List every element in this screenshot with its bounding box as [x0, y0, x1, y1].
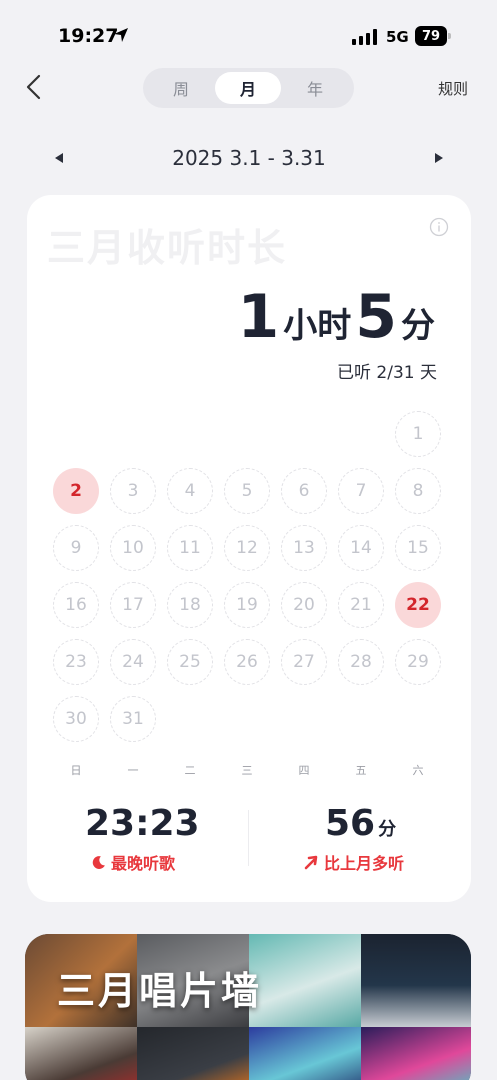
listening-summary-card: 三月收听时长 1 小时 5 分 已听 2/31 天 1 2 3 4 5 6 7 8 9 10 11 1… [27, 195, 471, 902]
calendar-day[interactable]: 4 [167, 468, 213, 514]
album-cover[interactable] [25, 1027, 137, 1080]
calendar-day[interactable]: 30 [53, 696, 99, 742]
calendar-day[interactable]: 11 [167, 525, 213, 571]
rules-link[interactable]: 规则 [438, 78, 468, 99]
listened-days: 已听 2/31 天 [337, 363, 437, 383]
album-cover[interactable] [249, 1027, 361, 1080]
total-duration: 1 小时 5 分 [238, 287, 440, 347]
calendar-day[interactable]: 27 [281, 639, 327, 685]
stats-divider [248, 810, 249, 866]
album-cover[interactable] [361, 934, 471, 1027]
weekday-label: 二 [184, 764, 196, 777]
duration-minutes: 5 [355, 282, 397, 352]
calendar-day[interactable]: 14 [338, 525, 384, 571]
status-time: 19:27 [58, 25, 119, 47]
album-cover[interactable] [249, 934, 361, 1027]
duration-minutes-unit: 分 [401, 306, 435, 346]
compare-minutes: 56 分 [325, 803, 396, 844]
weekday-label: 日 [70, 764, 82, 777]
calendar-day[interactable]: 29 [395, 639, 441, 685]
calendar-day[interactable]: 19 [224, 582, 270, 628]
calendar-day[interactable]: 15 [395, 525, 441, 571]
record-wall-card[interactable]: 三月唱片墙 [25, 934, 471, 1080]
back-chevron-icon [26, 74, 41, 100]
calendar-day[interactable]: 17 [110, 582, 156, 628]
info-icon[interactable] [429, 217, 449, 241]
latest-listen-value: 23:23 [85, 803, 200, 844]
calendar-day[interactable]: 1 [395, 411, 441, 457]
date-range: 2025 3.1 - 3.31 [172, 146, 326, 170]
calendar-day[interactable]: 9 [53, 525, 99, 571]
latest-listen-time: 23:23 [85, 803, 200, 844]
next-month-button[interactable] [432, 150, 446, 169]
calendar-day[interactable]: 25 [167, 639, 213, 685]
calendar-day[interactable]: 18 [167, 582, 213, 628]
compare-label: 比上月多听 [324, 854, 405, 873]
calendar-day[interactable]: 2 [53, 468, 99, 514]
back-button[interactable] [20, 72, 50, 102]
calendar-day[interactable]: 22 [395, 582, 441, 628]
location-arrow-icon [113, 27, 129, 47]
album-cover[interactable] [361, 1027, 471, 1080]
latest-listen-label-row: 最晚听歌 [91, 850, 175, 874]
calendar-day[interactable]: 6 [281, 468, 327, 514]
duration-hours-unit: 小时 [283, 306, 352, 346]
prev-triangle-icon [55, 153, 63, 163]
calendar-day[interactable]: 7 [338, 468, 384, 514]
album-cover[interactable] [137, 1027, 249, 1080]
arrow-up-right-icon [304, 855, 318, 870]
period-tabs: 周 月 年 [143, 68, 354, 108]
weekday-label: 四 [298, 764, 310, 777]
compare-value: 56 [325, 803, 376, 844]
tab-week[interactable]: 周 [148, 72, 214, 104]
calendar-day[interactable]: 10 [110, 525, 156, 571]
network-label: 5G [386, 28, 409, 46]
tab-year[interactable]: 年 [282, 72, 348, 104]
compare-label-row: 比上月多听 [303, 850, 404, 874]
calendar-day[interactable]: 5 [224, 468, 270, 514]
calendar-day[interactable]: 23 [53, 639, 99, 685]
record-wall-title: 三月唱片墙 [57, 969, 263, 1013]
duration-hours: 1 [237, 282, 280, 352]
calendar-day[interactable]: 28 [338, 639, 384, 685]
calendar-day[interactable]: 12 [224, 525, 270, 571]
weekday-label: 五 [355, 764, 367, 777]
calendar-day[interactable]: 16 [53, 582, 99, 628]
card-title: 三月收听时长 [47, 226, 288, 270]
moon-icon [92, 855, 105, 869]
latest-listen-label: 最晚听歌 [111, 854, 176, 873]
prev-month-button[interactable] [52, 150, 66, 169]
calendar-day[interactable]: 21 [338, 582, 384, 628]
weekday-label: 三 [241, 764, 253, 777]
weekday-label: 一 [127, 764, 139, 777]
weekday-label: 六 [412, 764, 424, 777]
battery-icon: 79 [415, 26, 451, 46]
calendar-day[interactable]: 20 [281, 582, 327, 628]
status-bar: 19:27 5G 79 [0, 0, 497, 66]
signal-icon [352, 29, 378, 49]
calendar-day[interactable]: 13 [281, 525, 327, 571]
battery-level: 79 [415, 26, 447, 46]
calendar-day[interactable]: 31 [110, 696, 156, 742]
calendar-day[interactable]: 26 [224, 639, 270, 685]
calendar-day[interactable]: 3 [110, 468, 156, 514]
tab-month[interactable]: 月 [215, 72, 281, 104]
calendar-day[interactable]: 8 [395, 468, 441, 514]
compare-unit: 分 [378, 819, 397, 840]
next-triangle-icon [435, 153, 443, 163]
calendar-day[interactable]: 24 [110, 639, 156, 685]
